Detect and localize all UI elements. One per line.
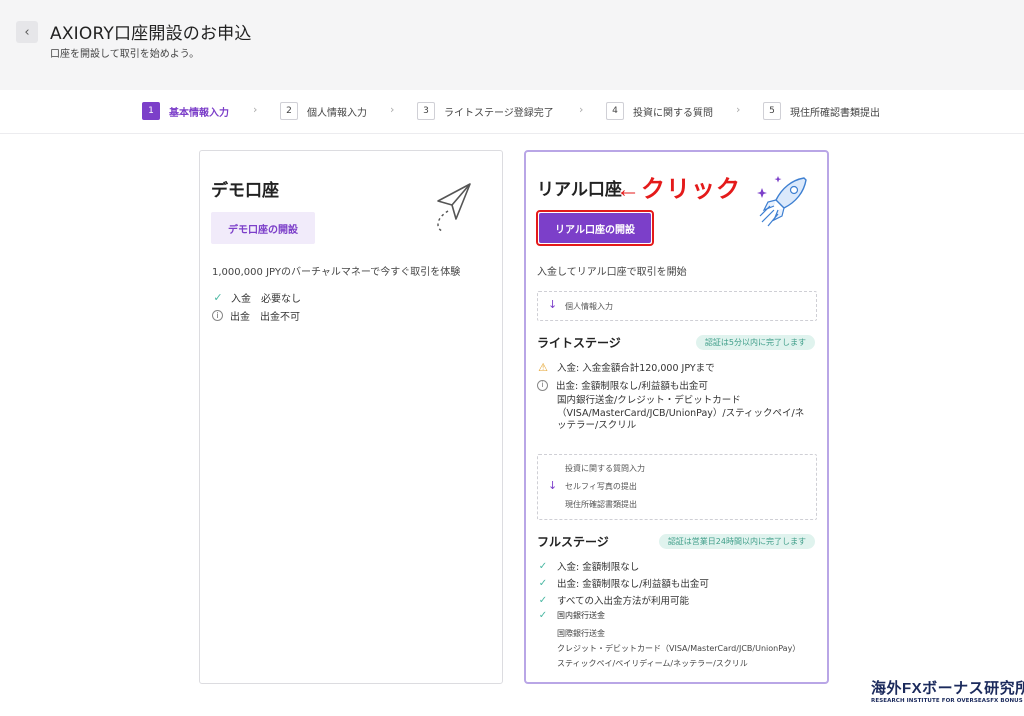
full-stage-badge: 認証は営業日24時間以内に完了します: [658, 534, 815, 549]
line-text: 入金: 金額制限なし: [557, 562, 640, 573]
check-icon: ✓: [538, 577, 548, 589]
check-icon: ✓: [538, 594, 548, 606]
open-demo-account-button[interactable]: デモ口座の開設: [211, 212, 315, 244]
step-3: 3 ライトステージ登録完了: [417, 102, 554, 120]
demo-feature-deposit: ✓ 入金 必要なし: [212, 290, 301, 305]
full-method-domestic: ✓ 国内銀行送金: [537, 610, 605, 621]
step-box-text: 現住所確認書類提出: [565, 500, 637, 509]
step-2: 2 個人情報入力: [280, 102, 367, 120]
watermark-main: 海外FXボーナス研究所: [871, 680, 1024, 697]
step-box-text: 投資に関する質問入力: [565, 464, 645, 473]
methods-line: ッテラー/スクリル: [557, 420, 637, 431]
info-icon: i: [212, 310, 223, 321]
step-label: ライトステージ登録完了: [444, 107, 554, 119]
real-description: 入金してリアル口座で取引を開始: [537, 267, 687, 278]
line-text: 出金: 金額制限なし/利益額も出金可: [557, 579, 709, 590]
full-stage-title: フルステージ: [537, 535, 609, 549]
step-number: 4: [606, 102, 624, 120]
page-subtitle: 口座を開設して取引を始めよう。: [50, 49, 200, 60]
real-account-card: リアル口座 ←クリック リアル口座の開設 入金してリアル口座で取引を開始 ↓ 個…: [524, 150, 829, 684]
page-title: AXIORY口座開設のお申込: [50, 24, 252, 44]
open-real-account-button[interactable]: リアル口座の開設: [539, 213, 651, 243]
chevron-right-icon: ›: [579, 103, 584, 116]
methods-line: 国内銀行送金/クレジット・デビットカード: [557, 395, 741, 406]
rocket-icon: [757, 176, 807, 227]
light-deposit: ⚠ 入金: 入金金額合計120,000 JPYまで: [537, 360, 715, 375]
step-number: 5: [763, 102, 781, 120]
line-text: 国内銀行送金: [557, 611, 605, 620]
full-method-international: 国際銀行送金: [557, 629, 605, 638]
methods-line: （VISA/MasterCard/JCB/UnionPay）/スティックペイ/ネ: [557, 407, 805, 419]
light-stage-title: ライトステージ: [537, 336, 621, 350]
step-label: 個人情報入力: [307, 107, 367, 119]
step-label: 基本情報入力: [169, 107, 229, 119]
full-withdraw: ✓ 出金: 金額制限なし/利益額も出金可: [537, 576, 709, 591]
full-deposit: ✓ 入金: 金額制限なし: [537, 559, 640, 574]
back-button[interactable]: ‹: [16, 21, 38, 43]
step-label: 投資に関する質問: [633, 107, 713, 119]
check-icon: ✓: [538, 560, 548, 572]
step-box-text: 個人情報入力: [565, 302, 613, 311]
chevron-right-icon: ›: [736, 103, 741, 116]
step-label: 現住所確認書類提出: [790, 107, 880, 119]
real-button-highlight: リアル口座の開設: [536, 210, 654, 246]
step-number: 1: [142, 102, 160, 120]
chevron-right-icon: ›: [390, 103, 395, 116]
step-box-full-requirements: 投資に関する質問入力 ↓ セルフィ写真の提出 現住所確認書類提出: [537, 454, 817, 520]
step-box-personal-info: ↓ 個人情報入力: [537, 291, 817, 321]
chevron-left-icon: ‹: [24, 24, 30, 40]
line-text: すべての入出金方法が利用可能: [557, 596, 689, 607]
watermark-logo: 海外FXボーナス研究所 RESEARCH INSTITUTE FOR OVERS…: [871, 677, 1024, 709]
page-header: ‹ AXIORY口座開設のお申込 口座を開設して取引を始めよう。: [0, 0, 1024, 90]
step-4: 4 投資に関する質問: [606, 102, 713, 120]
check-icon: ✓: [213, 291, 223, 304]
step-number: 2: [280, 102, 298, 120]
light-stage-badge: 認証は5分以内に完了します: [695, 335, 815, 350]
progress-stepper: 1 基本情報入力 › 2 個人情報入力 › 3 ライトステージ登録完了 › 4 …: [0, 90, 1024, 134]
arrow-down-icon: ↓: [548, 479, 558, 492]
demo-description: 1,000,000 JPYのバーチャルマネーで今すぐ取引を体験: [212, 267, 461, 278]
warning-icon: ⚠: [538, 360, 548, 374]
step-5: 5 現住所確認書類提出: [763, 102, 880, 120]
watermark-sub: RESEARCH INSTITUTE FOR OVERSEASFX BONUS: [871, 698, 1023, 704]
line-text: 出金: 金額制限なし/利益額も出金可: [556, 381, 708, 392]
feature-text: 出金 出金不可: [230, 312, 300, 323]
full-method-card: クレジット・デビットカード（VISA/MasterCard/JCB/UnionP…: [557, 644, 801, 653]
arrow-down-icon: ↓: [548, 298, 558, 311]
line-text: 入金: 入金金額合計120,000 JPYまで: [557, 363, 715, 374]
info-icon: i: [537, 379, 548, 391]
full-method-ewallet: スティックペイ/ペイリディーム/ネッテラー/スクリル: [557, 659, 748, 668]
step-number: 3: [417, 102, 435, 120]
demo-account-card: デモ口座 デモ口座の開設 1,000,000 JPYのバーチャルマネーで今すぐ取…: [199, 150, 503, 684]
paper-plane-icon: [437, 183, 471, 232]
step-1: 1 基本情報入力: [142, 102, 229, 120]
demo-card-title: デモ口座: [211, 181, 279, 201]
click-annotation: ←クリック: [616, 176, 741, 203]
chevron-right-icon: ›: [253, 103, 258, 116]
light-methods: 国内銀行送金/クレジット・デビットカード （VISA/MasterCard/JC…: [557, 395, 825, 433]
light-withdraw: i 出金: 金額制限なし/利益額も出金可: [537, 378, 708, 392]
real-card-title: リアル口座: [537, 180, 622, 200]
check-icon: ✓: [538, 610, 548, 621]
full-all-methods: ✓ すべての入出金方法が利用可能: [537, 593, 689, 608]
feature-text: 入金 必要なし: [231, 294, 301, 305]
step-box-text: セルフィ写真の提出: [565, 482, 637, 491]
demo-feature-withdraw: i 出金 出金不可: [212, 308, 300, 323]
